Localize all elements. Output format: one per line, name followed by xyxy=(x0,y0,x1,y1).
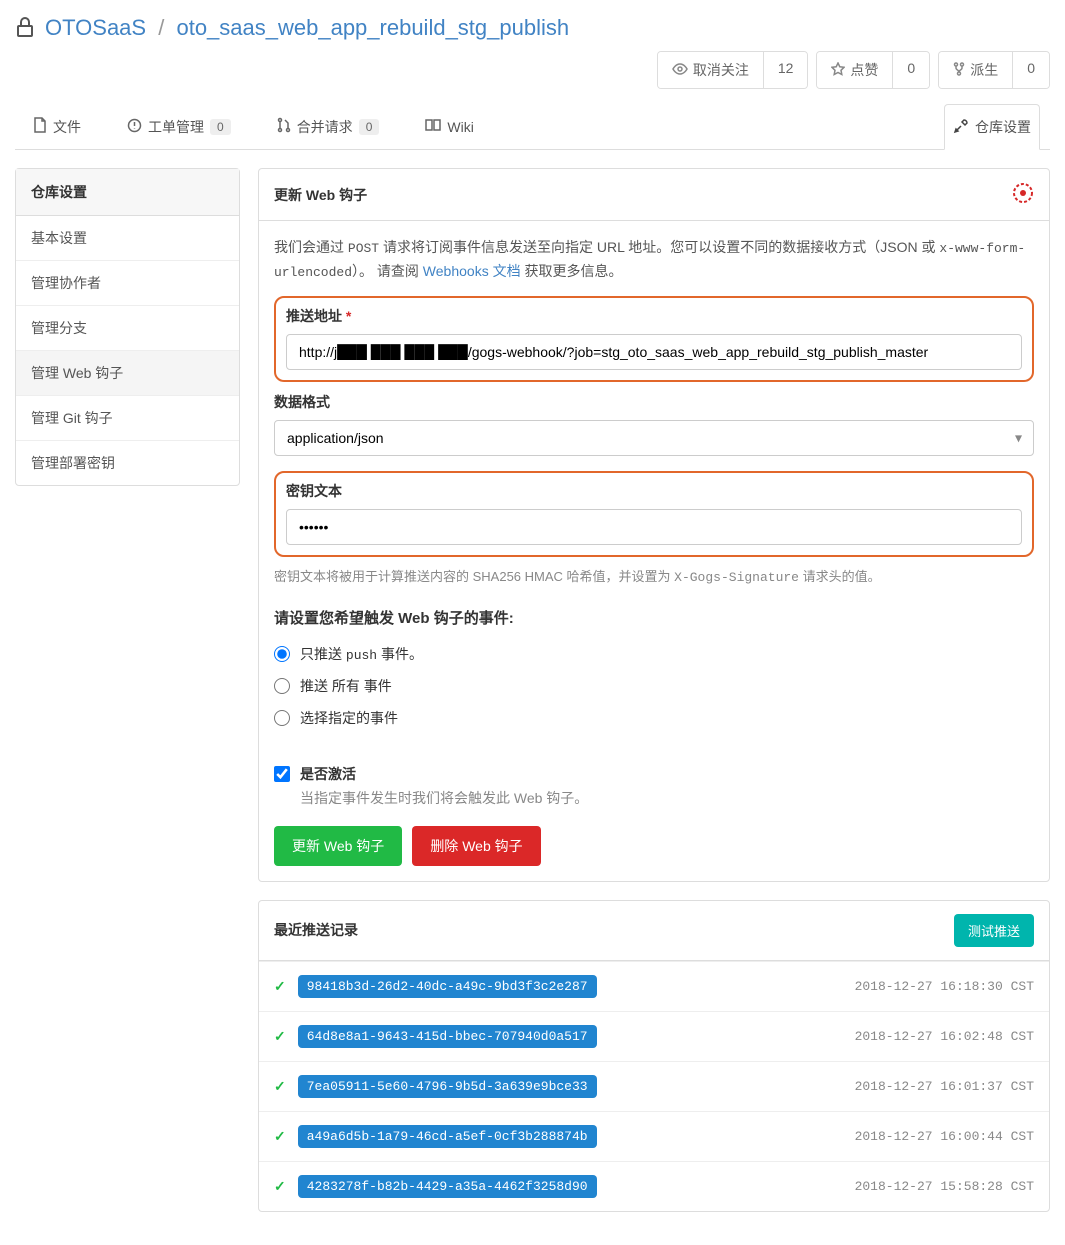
book-icon xyxy=(425,118,441,135)
format-label: 数据格式 xyxy=(274,392,1034,412)
check-icon: ✓ xyxy=(274,1128,286,1145)
webhook-description: 我们会通过 POST 请求将订阅事件信息发送至向指定 URL 地址。您可以设置不… xyxy=(274,236,1034,284)
active-help: 当指定事件发生时我们将会触发此 Web 钩子。 xyxy=(300,788,588,808)
tools-icon xyxy=(953,118,969,137)
delivery-time: 2018-12-27 16:01:37 CST xyxy=(855,1079,1034,1094)
panel-title: 更新 Web 钩子 xyxy=(274,185,367,205)
pull-request-icon xyxy=(277,117,291,136)
repo-link[interactable]: oto_saas_web_app_rebuild_stg_publish xyxy=(176,15,569,40)
eye-icon xyxy=(672,62,688,78)
event-custom-label: 选择指定的事件 xyxy=(300,708,398,728)
repo-tabs: 文件 工单管理 0 合并请求 0 Wiki 仓库设置 xyxy=(15,104,1050,150)
tab-pulls-label: 合并请求 xyxy=(297,117,353,137)
event-all-radio[interactable] xyxy=(274,678,290,694)
delivery-hash[interactable]: a49a6d5b-1a79-46cd-a5ef-0cf3b288874b xyxy=(298,1125,597,1148)
gogs-icon xyxy=(1012,182,1034,207)
webhooks-doc-link[interactable]: Webhooks 文档 xyxy=(423,263,521,279)
tab-issues[interactable]: 工单管理 0 xyxy=(119,104,239,149)
event-push-label: 只推送 push 事件。 xyxy=(300,644,423,664)
tab-issues-label: 工单管理 xyxy=(148,117,204,137)
events-title: 请设置您希望触发 Web 钩子的事件: xyxy=(274,607,1034,628)
delivery-hash[interactable]: 4283278f-b82b-4429-a35a-4462f3258d90 xyxy=(298,1175,597,1198)
delivery-row[interactable]: ✓ 4283278f-b82b-4429-a35a-4462f3258d90 201… xyxy=(259,1161,1049,1211)
test-delivery-button[interactable]: 测试推送 xyxy=(954,914,1034,947)
check-icon: ✓ xyxy=(274,1078,286,1095)
sidebar-item-basic[interactable]: 基本设置 xyxy=(16,216,239,261)
fork-label: 派生 xyxy=(970,60,998,80)
sidebar-item-deploykeys[interactable]: 管理部署密钥 xyxy=(16,441,239,485)
tab-wiki-label: Wiki xyxy=(447,119,473,135)
pulls-count: 0 xyxy=(359,119,380,135)
url-label: 推送地址 * xyxy=(286,306,1022,326)
deliveries-title: 最近推送记录 xyxy=(274,920,358,940)
star-count[interactable]: 0 xyxy=(892,52,929,88)
sidebar-item-collaborators[interactable]: 管理协作者 xyxy=(16,261,239,306)
star-icon xyxy=(831,62,845,79)
fork-button[interactable]: 派生 xyxy=(939,52,1012,88)
deliveries-panel: 最近推送记录 测试推送 ✓ 98418b3d-26d2-40dc-a49c-9bd… xyxy=(258,900,1050,1212)
secret-help: 密钥文本将被用于计算推送内容的 SHA256 HMAC 哈希值，并设置为 X-G… xyxy=(274,567,1034,589)
settings-sidebar: 仓库设置 基本设置 管理协作者 管理分支 管理 Web 钩子 管理 Git 钩子… xyxy=(15,168,240,486)
highlight-secret: 密钥文本 xyxy=(274,471,1034,557)
repo-header: OTOSaaS / oto_saas_web_app_rebuild_stg_p… xyxy=(15,15,1050,41)
tab-settings[interactable]: 仓库设置 xyxy=(944,104,1040,150)
lock-icon xyxy=(15,16,35,41)
check-icon: ✓ xyxy=(274,1028,286,1045)
webhook-panel: 更新 Web 钩子 我们会通过 POST 请求将订阅事件信息发送至向指定 URL… xyxy=(258,168,1050,882)
event-all-label: 推送 所有 事件 xyxy=(300,676,392,696)
secret-label: 密钥文本 xyxy=(286,481,1022,501)
owner-link[interactable]: OTOSaaS xyxy=(45,15,146,40)
url-input[interactable] xyxy=(286,334,1022,370)
active-label: 是否激活 xyxy=(300,764,588,784)
star-label: 点赞 xyxy=(850,60,878,80)
file-icon xyxy=(33,117,47,136)
event-push-radio[interactable] xyxy=(274,646,290,662)
highlight-url: 推送地址 * xyxy=(274,296,1034,382)
star-button[interactable]: 点赞 xyxy=(817,52,892,88)
repo-actions: 取消关注 12 点赞 0 派生 0 xyxy=(15,51,1050,89)
tab-files[interactable]: 文件 xyxy=(25,104,89,149)
unwatch-label: 取消关注 xyxy=(693,60,749,80)
sidebar-item-webhooks[interactable]: 管理 Web 钩子 xyxy=(16,351,239,396)
delivery-time: 2018-12-27 16:02:48 CST xyxy=(855,1029,1034,1044)
check-icon: ✓ xyxy=(274,978,286,995)
active-checkbox[interactable] xyxy=(274,766,290,782)
delivery-time: 2018-12-27 16:00:44 CST xyxy=(855,1129,1034,1144)
unwatch-button[interactable]: 取消关注 xyxy=(658,52,763,88)
format-select[interactable]: application/json xyxy=(274,420,1034,456)
delivery-time: 2018-12-27 16:18:30 CST xyxy=(855,979,1034,994)
delivery-row[interactable]: ✓ a49a6d5b-1a79-46cd-a5ef-0cf3b288874b 201… xyxy=(259,1111,1049,1161)
issues-count: 0 xyxy=(210,119,231,135)
delivery-hash[interactable]: 7ea05911-5e60-4796-9b5d-3a639e9bce33 xyxy=(298,1075,597,1098)
sidebar-item-githooks[interactable]: 管理 Git 钩子 xyxy=(16,396,239,441)
delivery-row[interactable]: ✓ 64d8e8a1-9643-415d-bbec-707940d0a517 201… xyxy=(259,1011,1049,1061)
fork-count[interactable]: 0 xyxy=(1012,52,1049,88)
issue-icon xyxy=(127,118,142,136)
check-icon: ✓ xyxy=(274,1178,286,1195)
watch-count[interactable]: 12 xyxy=(763,52,808,88)
delivery-row[interactable]: ✓ 98418b3d-26d2-40dc-a49c-9bd3f3c2e287 201… xyxy=(259,961,1049,1011)
update-button[interactable]: 更新 Web 钩子 xyxy=(274,826,402,866)
delivery-time: 2018-12-27 15:58:28 CST xyxy=(855,1179,1034,1194)
delete-button[interactable]: 删除 Web 钩子 xyxy=(412,826,540,866)
tab-wiki[interactable]: Wiki xyxy=(417,104,481,149)
delivery-hash[interactable]: 98418b3d-26d2-40dc-a49c-9bd3f3c2e287 xyxy=(298,975,597,998)
delivery-hash[interactable]: 64d8e8a1-9643-415d-bbec-707940d0a517 xyxy=(298,1025,597,1048)
sidebar-item-branches[interactable]: 管理分支 xyxy=(16,306,239,351)
delivery-row[interactable]: ✓ 7ea05911-5e60-4796-9b5d-3a639e9bce33 201… xyxy=(259,1061,1049,1111)
tab-pulls[interactable]: 合并请求 0 xyxy=(269,104,388,149)
tab-settings-label: 仓库设置 xyxy=(975,117,1031,137)
breadcrumb: OTOSaaS / oto_saas_web_app_rebuild_stg_p… xyxy=(45,15,569,41)
fork-icon xyxy=(953,62,965,79)
sidebar-title: 仓库设置 xyxy=(16,169,239,216)
secret-input[interactable] xyxy=(286,509,1022,545)
tab-files-label: 文件 xyxy=(53,117,81,137)
event-custom-radio[interactable] xyxy=(274,710,290,726)
